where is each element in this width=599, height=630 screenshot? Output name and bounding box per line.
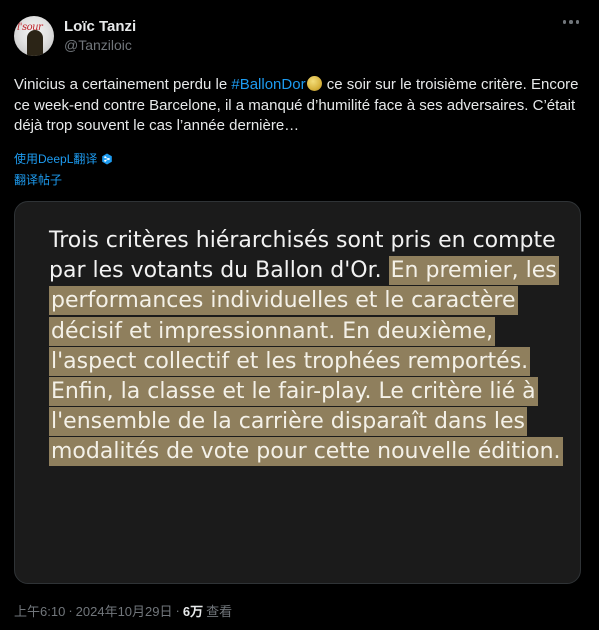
author-handle[interactable]: @Tanziloic	[64, 36, 136, 55]
meta-separator: ·	[175, 603, 180, 618]
deepl-icon	[102, 153, 113, 164]
author-names: Loïc Tanzi @Tanziloic	[64, 17, 136, 55]
tweet-date[interactable]: 2024年10月29日	[76, 601, 173, 620]
avatar-figure	[27, 30, 43, 56]
tweet-time[interactable]: 上午6:10	[14, 601, 65, 620]
tweet-meta: 上午6:10 · 2024年10月29日 · 6万 查看	[14, 601, 232, 620]
author-display-name[interactable]: Loïc Tanzi	[64, 17, 136, 36]
image-quote-text: Trois critères hiérarchisés sont pris en…	[49, 226, 569, 468]
views-label: 查看	[206, 604, 233, 619]
translated-by-deepl[interactable]: 使用DeepL翻译	[14, 150, 113, 167]
tweet-text-part: Vinicius a certainement perdu le	[14, 76, 232, 93]
tweet-text: Vinicius a certainement perdu le #Ballon…	[14, 75, 584, 137]
tweet-header: l'sour Loïc Tanzi @Tanziloic	[14, 16, 136, 56]
translate-post-link[interactable]: 翻译帖子	[14, 171, 62, 188]
tweet: l'sour Loïc Tanzi @Tanziloic Vinicius a …	[0, 0, 599, 630]
translated-by-label: 使用DeepL翻译	[14, 152, 98, 166]
more-options-icon[interactable]	[562, 20, 579, 24]
hashtag-link[interactable]: #BallonDor	[231, 76, 305, 93]
meta-separator: ·	[68, 603, 73, 618]
avatar[interactable]: l'sour	[14, 16, 54, 56]
ballon-dor-icon	[306, 76, 322, 91]
quote-highlighted-text: En premier, les performances individuell…	[49, 256, 563, 467]
views-count: 6万	[182, 604, 204, 619]
media-image[interactable]: Trois critères hiérarchisés sont pris en…	[14, 201, 581, 584]
